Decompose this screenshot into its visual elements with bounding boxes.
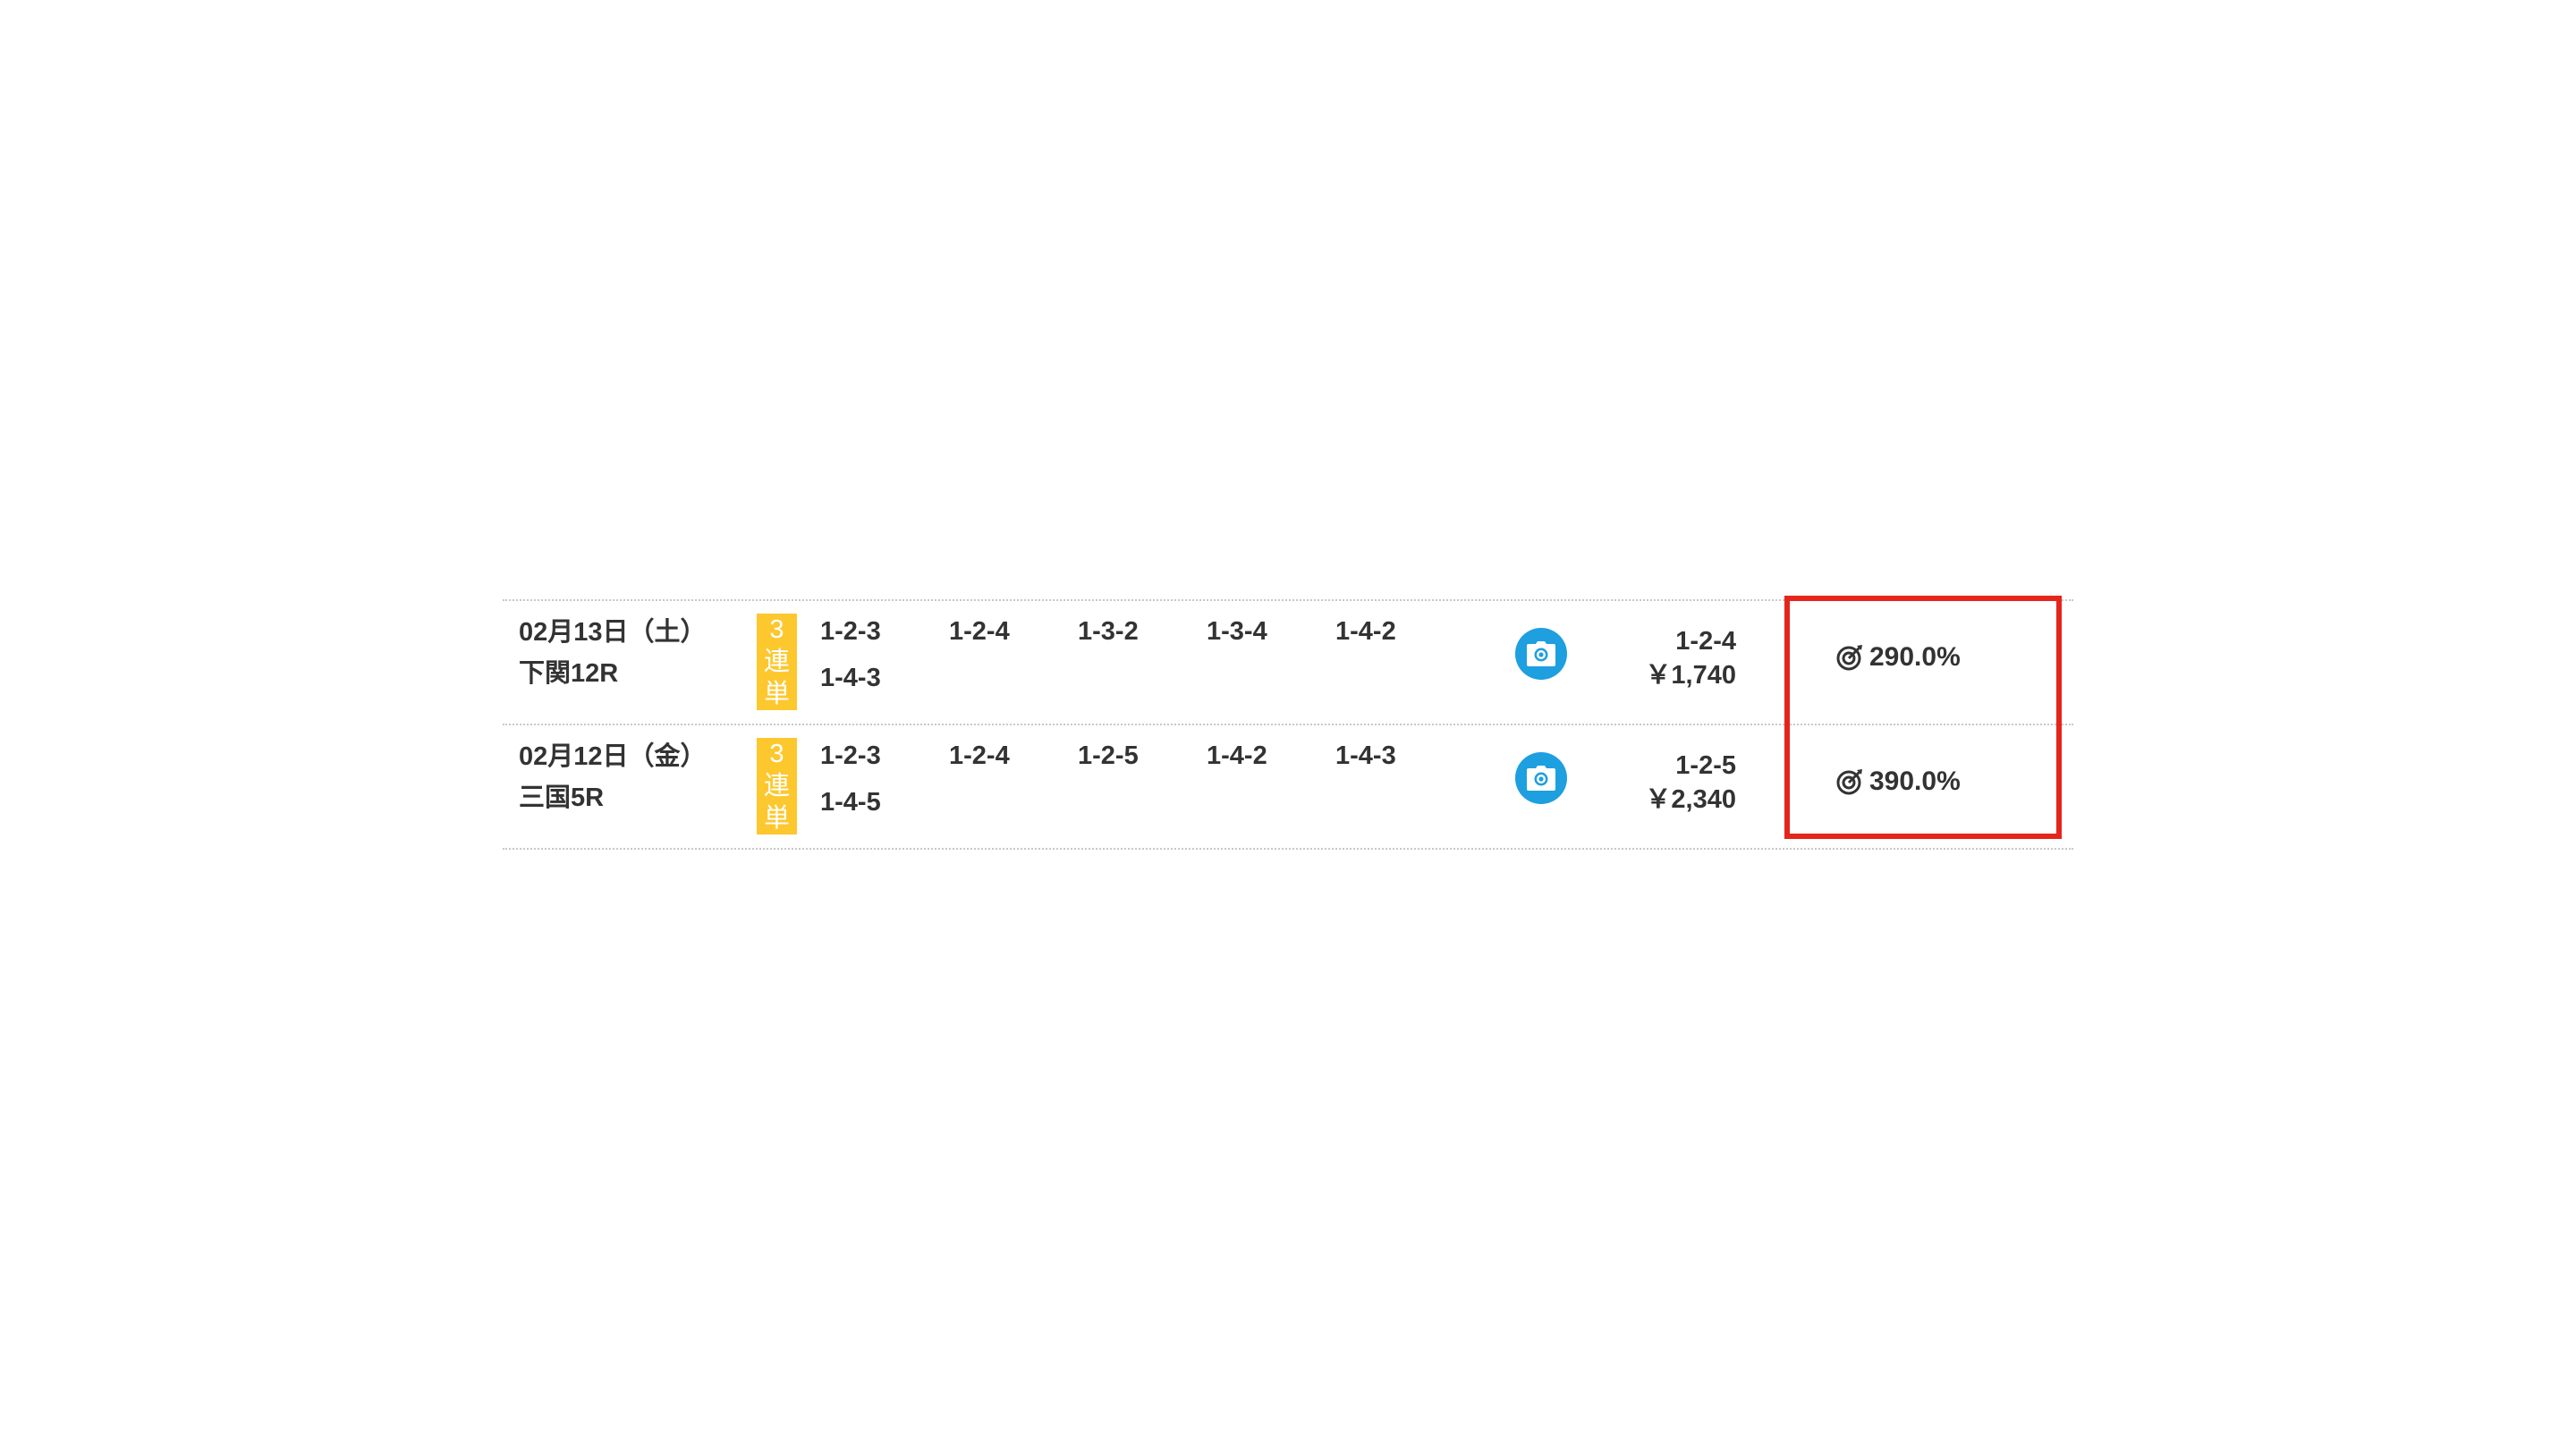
- bet-type-badge: 3 連 単: [757, 738, 797, 834]
- result: 1-2-5 ￥2,340: [1645, 749, 1736, 817]
- bet-combo: 1-4-2: [1335, 617, 1396, 646]
- bet-combo: 1-2-5: [1078, 741, 1139, 770]
- payout: ￥2,340: [1645, 785, 1736, 814]
- highlight-box: [1784, 596, 2062, 839]
- bet-combo: 1-2-3: [820, 617, 881, 646]
- race-venue: 三国5R: [519, 784, 605, 812]
- bet-combo: 1-2-4: [949, 617, 1010, 646]
- bet-combo: 1-4-3: [820, 664, 881, 692]
- camera-button[interactable]: [1515, 752, 1567, 804]
- race-venue: 下関12R: [519, 659, 619, 688]
- bet-combo: 1-4-2: [1207, 741, 1267, 770]
- bet-combo: 1-2-4: [949, 741, 1010, 770]
- bet-combo: 1-4-3: [1335, 741, 1396, 770]
- race-date: 02月13日（土）: [519, 618, 707, 647]
- camera-icon: [1527, 641, 1555, 666]
- result-combo: 1-2-5: [1675, 751, 1736, 780]
- bet-combo: 1-3-4: [1207, 617, 1267, 646]
- race-info: 02月12日（金） 三国5R: [519, 736, 707, 818]
- bet-combo: 1-3-2: [1078, 617, 1139, 646]
- result: 1-2-4 ￥1,740: [1645, 624, 1736, 692]
- result-combo: 1-2-4: [1675, 627, 1736, 656]
- bet-type-badge: 3 連 単: [757, 614, 797, 710]
- bet-combo: 1-2-3: [820, 741, 881, 770]
- camera-button[interactable]: [1515, 628, 1567, 680]
- race-date: 02月12日（金）: [519, 742, 707, 771]
- camera-icon: [1527, 766, 1555, 791]
- payout: ￥1,740: [1645, 661, 1736, 690]
- bet-combo: 1-4-5: [820, 788, 881, 817]
- race-info: 02月13日（土） 下関12R: [519, 612, 707, 694]
